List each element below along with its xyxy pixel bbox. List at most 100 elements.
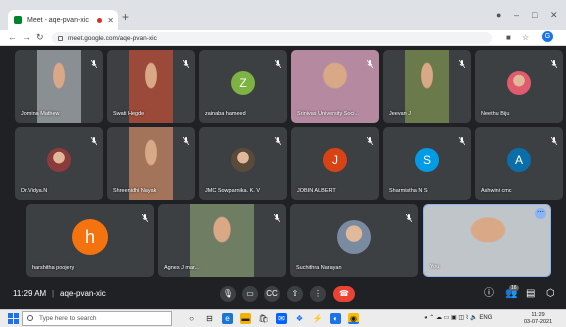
- forward-icon[interactable]: →: [22, 32, 31, 43]
- camera-button[interactable]: ▭: [242, 286, 258, 302]
- participant-tile[interactable]: JMC Sowparnika. K. V: [199, 127, 287, 200]
- participant-tile[interactable]: Suchithra Narayan: [290, 204, 418, 277]
- mic-muted-icon: [182, 55, 190, 69]
- task-view-icon[interactable]: ⊟: [204, 313, 215, 324]
- mic-button[interactable]: 🎙: [220, 286, 236, 302]
- mic-muted-icon: [366, 55, 374, 69]
- app-blue-icon[interactable]: ◐: [330, 313, 341, 324]
- participant-photo-avatar: [47, 147, 71, 172]
- store-icon[interactable]: 🛍: [258, 313, 269, 324]
- windows-start-icon[interactable]: [8, 313, 19, 324]
- camera-permission-icon[interactable]: ■: [506, 33, 511, 42]
- chrome-icon[interactable]: ◉: [348, 313, 359, 324]
- reload-icon[interactable]: ↻: [36, 32, 44, 43]
- recording-dot-icon: [97, 17, 103, 23]
- participant-name: Jomina Mathew: [21, 111, 60, 117]
- browser-tab[interactable]: Meet - aqe-pvan-xic ✕: [8, 10, 118, 30]
- participant-tile[interactable]: You ⋯: [423, 204, 551, 277]
- participant-initial-avatar: A: [507, 147, 531, 172]
- screen: Meet - aqe-pvan-xic ✕ + ● – □ ✕ ← → ↻ me…: [0, 0, 566, 327]
- participant-tile[interactable]: Zzainaba hameed: [199, 50, 287, 123]
- address-bar: ← → ↻ meet.google.com/aqe-pvan-xic ■ ☆: [0, 30, 566, 46]
- dropbox-icon[interactable]: ❖: [294, 313, 305, 324]
- participant-tile[interactable]: Jeevan J: [383, 50, 471, 123]
- system-tray: ◕ ⌃ ☁ ▭ ▣ ◫ ⌇ 🔈 ENG: [424, 315, 493, 321]
- participant-tile[interactable]: Swati Hegde: [107, 50, 195, 123]
- windows-taskbar: Type here to search ○ ⊟ e ▬ 🛍 ✉ ❖ ⚡ ◐ ◉ …: [0, 309, 566, 327]
- participant-name: Agnes J mar...: [164, 265, 200, 271]
- tile-options-icon[interactable]: ⋯: [535, 208, 546, 219]
- info-icon[interactable]: ⓘ: [484, 288, 494, 300]
- present-button[interactable]: ⇧: [287, 286, 303, 302]
- participant-name: zainaba hameed: [205, 111, 246, 117]
- mic-muted-icon: [274, 55, 282, 69]
- tab-title: Meet - aqe-pvan-xic: [27, 16, 89, 24]
- participant-initial-avatar: Z: [231, 70, 255, 95]
- mic-muted-icon: [458, 132, 466, 146]
- mic-muted-icon: [550, 55, 558, 69]
- chat-icon[interactable]: ▤: [526, 288, 535, 300]
- participant-video-feed: [405, 50, 449, 123]
- participant-tile[interactable]: S Sharmistha N S: [383, 127, 471, 200]
- captions-icon: CC: [266, 289, 278, 298]
- file-explorer-icon[interactable]: ▬: [240, 313, 251, 324]
- search-icon: [27, 315, 33, 321]
- mic-muted-icon: [182, 132, 190, 146]
- participant-name: Ashwini cmc: [481, 188, 512, 194]
- mic-muted-icon: [90, 55, 98, 69]
- mic-muted-icon: [366, 132, 374, 146]
- profile-dot-icon[interactable]: ●: [496, 10, 501, 20]
- back-icon[interactable]: ←: [8, 32, 17, 43]
- url-field[interactable]: meet.google.com/aqe-pvan-xic: [52, 32, 492, 44]
- browser-tab-bar: Meet - aqe-pvan-xic ✕ + ● – □ ✕: [0, 0, 566, 30]
- bookmark-star-icon[interactable]: ☆: [522, 33, 529, 42]
- participant-initial-avatar: J: [323, 147, 347, 172]
- mail-icon[interactable]: ✉: [276, 313, 287, 324]
- profile-avatar[interactable]: G: [542, 31, 553, 42]
- edge-icon[interactable]: e: [222, 313, 233, 324]
- close-window-icon[interactable]: ✕: [550, 10, 558, 20]
- separator: |: [52, 289, 55, 298]
- maximize-window-icon[interactable]: □: [532, 10, 537, 20]
- participant-tile[interactable]: Srinivas University Soci...: [291, 50, 379, 123]
- cortana-icon[interactable]: ○: [186, 313, 197, 324]
- taskbar-clock[interactable]: 11:29 03-07-2021: [524, 312, 552, 326]
- meeting-control-bar: 11:29 AM | aqe-pvan-xic 🎙 ▭ CC ⇧ ⋮ ☎ ⓘ 👥…: [0, 279, 566, 309]
- participant-tile[interactable]: Agnes J mar...: [158, 204, 286, 277]
- mic-muted-icon: [405, 209, 413, 223]
- more-options-button[interactable]: ⋮: [310, 286, 326, 302]
- participant-name: Jeevan J: [389, 111, 412, 117]
- participant-tile[interactable]: Dr.Vidya.N: [15, 127, 103, 200]
- mic-icon: 🎙: [222, 289, 234, 298]
- app-bolt-icon[interactable]: ⚡: [312, 313, 323, 324]
- participant-name: JMC Sowparnika. K. V: [205, 188, 261, 194]
- participant-count-badge: 16: [509, 285, 519, 291]
- participant-initial-avatar: S: [415, 147, 439, 172]
- mic-muted-icon: [274, 132, 282, 146]
- close-tab-icon[interactable]: ✕: [107, 16, 114, 25]
- participant-name: Suchithra Narayan: [296, 265, 342, 271]
- url-text: meet.google.com/aqe-pvan-xic: [68, 34, 157, 42]
- clock-date: 03-07-2021: [524, 319, 553, 325]
- activities-icon[interactable]: ⬡: [546, 288, 555, 300]
- end-call-button[interactable]: ☎: [333, 286, 355, 302]
- taskbar-search-field[interactable]: Type here to search: [22, 311, 172, 326]
- participant-tile[interactable]: Neethu Biju: [475, 50, 563, 123]
- participant-tile[interactable]: A Ashwini cmc: [475, 127, 563, 200]
- participant-name: Neethu Biju: [481, 111, 510, 117]
- participant-tile[interactable]: Shreenidhi Nayak: [107, 127, 195, 200]
- mic-muted-icon: [273, 209, 281, 223]
- minimize-window-icon[interactable]: –: [514, 10, 519, 20]
- tray-language[interactable]: ENG: [479, 315, 492, 321]
- participant-name: Dr.Vidya.N: [21, 188, 48, 194]
- mic-muted-icon: [550, 132, 558, 146]
- participant-tile[interactable]: Jomina Mathew: [15, 50, 103, 123]
- mic-muted-icon: [90, 132, 98, 146]
- participant-video-feed: [190, 204, 254, 277]
- participant-tile[interactable]: J JOBIN ALBERT: [291, 127, 379, 200]
- new-tab-button[interactable]: +: [122, 11, 129, 23]
- captions-button[interactable]: CC: [264, 286, 280, 302]
- participant-grid: Jomina Mathew Swati Hegde Zzainaba hameed S…: [0, 46, 566, 309]
- participant-tile[interactable]: h harshitha poojery: [26, 204, 154, 277]
- meeting-code: aqe-pvan-xic: [60, 289, 106, 298]
